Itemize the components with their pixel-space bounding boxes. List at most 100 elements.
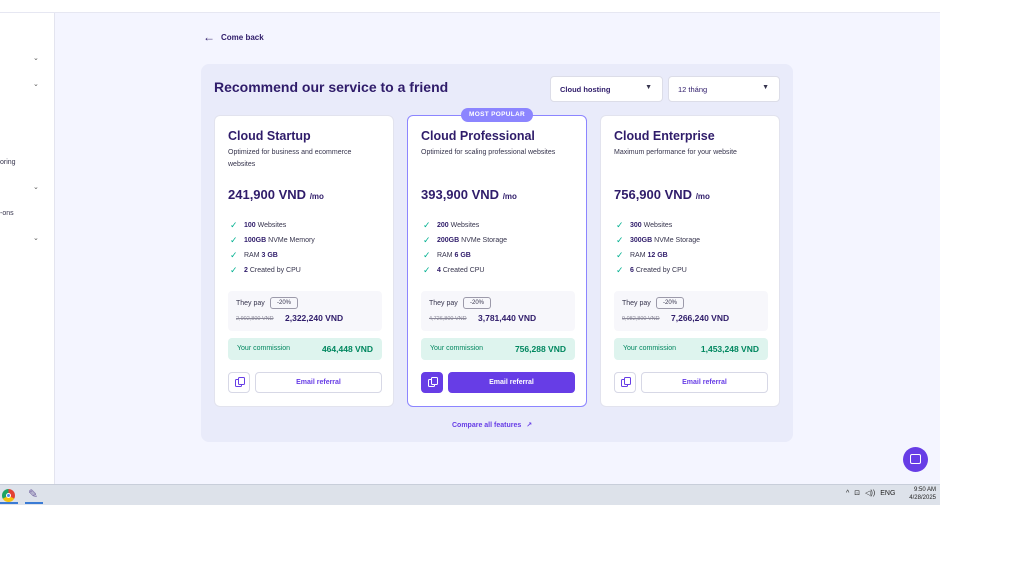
feature-item: ✓ RAM 12 GB — [616, 250, 668, 261]
network-icon[interactable]: ⊡ — [854, 489, 860, 497]
feature-value: 12 GB — [647, 252, 668, 259]
discount-badge: -20% — [270, 297, 298, 309]
most-popular-badge: MOST POPULAR — [461, 108, 533, 122]
clock-time: 9:50 AM — [913, 487, 936, 493]
sidebar-item-4[interactable]: ⌄ — [0, 182, 54, 196]
external-link-icon: ↗ — [526, 422, 533, 429]
feature-value: 3 GB — [261, 252, 278, 259]
commission-label: Your commission — [623, 345, 677, 352]
commission-value: 464,448 VND — [321, 344, 373, 354]
chevron-down-icon: ⌄ — [33, 81, 39, 88]
feature-text: Created CPU — [440, 267, 485, 274]
sidebar-item-monitoring[interactable]: oring — [0, 157, 54, 171]
period-select-value: 12 tháng — [678, 85, 708, 94]
email-referral-button[interactable]: Email referral — [641, 372, 768, 393]
feature-item: ✓ 200 Websites — [423, 220, 479, 231]
plan-name: Cloud Professional — [421, 129, 535, 143]
new-price: 3,781,440 VND — [478, 313, 537, 323]
plan-name: Cloud Startup — [228, 129, 311, 143]
period-select[interactable]: 12 tháng ▼ — [668, 76, 780, 102]
check-icon: ✓ — [616, 265, 624, 275]
clock-date: 4/28/2025 — [909, 495, 936, 501]
they-pay-label: They pay — [429, 300, 458, 307]
compare-features-link[interactable]: Compare all features ↗ — [452, 421, 532, 429]
commission-value: 756,288 VND — [514, 344, 566, 354]
check-icon: ✓ — [616, 220, 624, 230]
feature-prefix: RAM — [437, 252, 455, 259]
feature-item: ✓ 300GB NVMe Storage — [616, 235, 700, 246]
feature-text: Websites — [255, 222, 287, 229]
copy-link-button[interactable] — [421, 372, 443, 393]
paint-icon[interactable]: ✎ — [25, 487, 43, 504]
check-icon: ✓ — [423, 220, 431, 230]
plan-price-value: 393,900 VND — [421, 187, 500, 202]
check-icon: ✓ — [230, 250, 238, 260]
top-strip — [0, 0, 940, 13]
sidebar-item-6[interactable]: ⌄ — [0, 233, 54, 247]
feature-item: ✓ 200GB NVMe Storage — [423, 235, 507, 246]
product-select-value: Cloud hosting — [560, 85, 611, 94]
tray-chevron-icon[interactable]: ^ — [846, 490, 849, 497]
feature-prefix: RAM — [244, 252, 262, 259]
commission-label: Your commission — [430, 345, 484, 352]
feature-text: Created by CPU — [633, 267, 687, 274]
feature-item: ✓ 300 Websites — [616, 220, 672, 231]
copy-link-button[interactable] — [228, 372, 250, 393]
email-referral-button[interactable]: Email referral — [448, 372, 575, 393]
clock[interactable]: 9:50 AM 4/28/2025 — [904, 486, 936, 502]
sidebar-item-addons[interactable]: -ons — [0, 208, 54, 222]
feature-value: 100 — [244, 222, 256, 229]
feature-value: 300GB — [630, 237, 653, 244]
product-select[interactable]: Cloud hosting ▼ — [550, 76, 663, 102]
feature-text: NVMe Storage — [652, 237, 701, 244]
feature-value: 300 — [630, 222, 642, 229]
copy-link-button[interactable] — [614, 372, 636, 393]
compare-features-label: Compare all features — [452, 422, 522, 429]
plan-price-unit: /mo — [309, 192, 324, 201]
panel-title: Recommend our service to a friend — [214, 79, 449, 95]
check-icon: ✓ — [230, 235, 238, 245]
come-back-link[interactable]: ← Come back — [203, 31, 264, 43]
sidebar-item-1[interactable]: ⌄ — [0, 53, 54, 67]
feature-text: Websites — [448, 222, 480, 229]
taskbar: ✎ — [0, 484, 940, 505]
feature-text: NVMe Storage — [459, 237, 508, 244]
sidebar-item-2[interactable]: ⌄ — [0, 79, 54, 93]
volume-icon[interactable]: ◁)) — [865, 489, 875, 497]
plan-price-unit: /mo — [502, 192, 517, 201]
feature-text: Created by CPU — [247, 267, 301, 274]
chrome-icon[interactable] — [0, 487, 18, 504]
old-price: 2,902,800 VND — [236, 316, 274, 322]
chevron-down-icon: ⌄ — [33, 235, 39, 242]
feature-item: ✓ RAM 3 GB — [230, 250, 278, 261]
sidebar-item-label: oring — [0, 159, 16, 166]
chrome-icon-core — [6, 493, 11, 498]
check-icon: ✓ — [616, 250, 624, 260]
plan-price-value: 241,900 VND — [228, 187, 307, 202]
new-price: 7,266,240 VND — [671, 313, 730, 323]
plan-price: 393,900 VND /mo — [421, 187, 517, 202]
check-icon: ✓ — [423, 250, 431, 260]
chat-button[interactable] — [903, 447, 928, 472]
old-price: 9,082,800 VND — [622, 316, 660, 322]
discount-badge: -20% — [656, 297, 684, 309]
feature-item: ✓ 6 Created by CPU — [616, 265, 687, 276]
old-price: 4,726,800 VND — [429, 316, 467, 322]
language-indicator[interactable]: ENG — [880, 490, 895, 497]
they-pay-box: They pay -20% 2,902,800 VND 2,322,240 VN… — [228, 291, 382, 331]
check-icon: ✓ — [230, 265, 238, 275]
caret-down-icon: ▼ — [645, 84, 652, 91]
commission-label: Your commission — [237, 345, 291, 352]
feature-value: 100GB — [244, 237, 267, 244]
feature-value: 6 GB — [454, 252, 471, 259]
email-referral-button[interactable]: Email referral — [255, 372, 382, 393]
plan-price-value: 756,900 VND — [614, 187, 693, 202]
app-window: ⌄ ⌄ oring ⌄ -ons ⌄ ← Come back Recommend… — [0, 0, 940, 505]
they-pay-label: They pay — [622, 300, 651, 307]
feature-value: 200 — [437, 222, 449, 229]
copy-icon-front — [238, 377, 245, 385]
commission-box: Your commission 464,448 VND — [228, 338, 382, 360]
plan-card-enterprise: Cloud Enterprise Maximum performance for… — [600, 115, 780, 407]
new-price: 2,322,240 VND — [285, 313, 344, 323]
check-icon: ✓ — [616, 235, 624, 245]
